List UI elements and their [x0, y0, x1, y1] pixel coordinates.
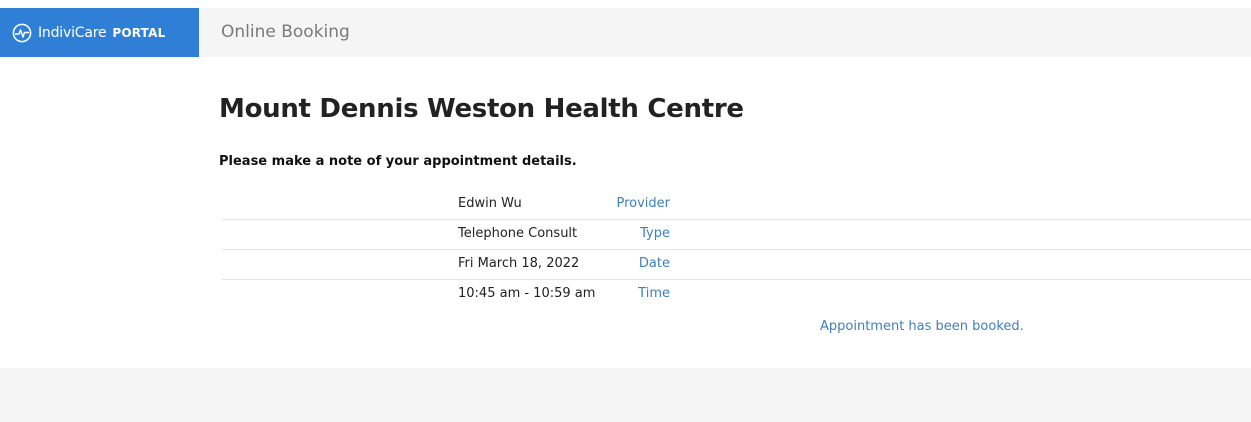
details-row-type: Type Telephone Consult: [222, 220, 1251, 250]
nav-online-booking[interactable]: Online Booking: [221, 22, 350, 42]
provider-value: Edwin Wu: [458, 196, 522, 211]
provider-label: Provider: [616, 196, 670, 211]
details-row-date: Date Fri March 18, 2022: [222, 250, 1251, 280]
appointment-details-table: Provider Edwin Wu Type Telephone Consult…: [222, 190, 1251, 309]
top-navbar: IndiviCare PORTAL Online Booking: [0, 8, 1251, 57]
page-title: Mount Dennis Weston Health Centre: [219, 94, 744, 124]
time-label: Time: [638, 286, 670, 301]
heartbeat-circle-icon: [12, 23, 32, 43]
brand-logo-link[interactable]: IndiviCare PORTAL: [0, 8, 199, 57]
type-label: Type: [640, 226, 670, 241]
date-value: Fri March 18, 2022: [458, 256, 580, 271]
page-footer: [0, 368, 1251, 422]
time-value: 10:45 am - 10:59 am: [458, 286, 596, 301]
appointment-note: Please make a note of your appointment d…: [219, 154, 577, 169]
brand-suffix: PORTAL: [112, 25, 166, 40]
details-row-time: Time 10:45 am - 10:59 am: [222, 280, 1251, 309]
date-label: Date: [638, 256, 670, 271]
booking-status-message: Appointment has been booked.: [820, 319, 1024, 334]
brand-name: IndiviCare: [38, 24, 107, 41]
type-value: Telephone Consult: [458, 226, 578, 241]
details-row-provider: Provider Edwin Wu: [222, 190, 1251, 220]
